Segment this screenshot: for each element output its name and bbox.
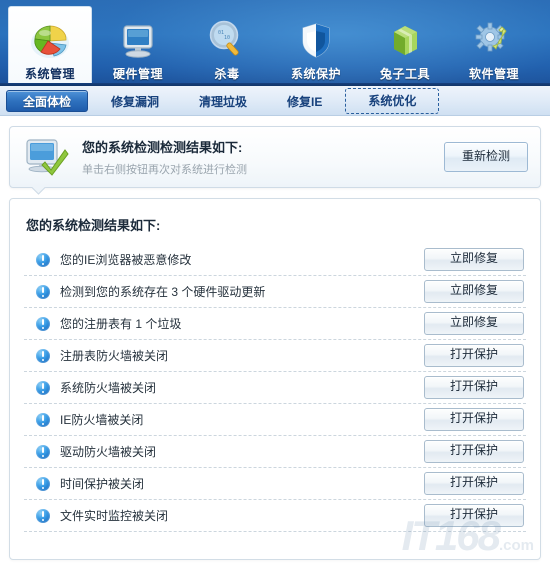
tab-system-optimization[interactable]: 系统优化 <box>345 87 440 114</box>
result-row[interactable]: 文件实时监控被关闭 打开保护 <box>24 500 526 532</box>
result-action-button[interactable]: 打开保护 <box>424 440 524 463</box>
results-panel: 您的系统检测结果如下: 您的IE浏览器被恶意修改 立即修复 检测到您的系统存在 … <box>9 198 541 560</box>
result-action-button[interactable]: 打开保护 <box>424 504 524 527</box>
info-exclamation-icon <box>36 412 50 427</box>
toolbar-item-hardware-management[interactable]: 硬件管理 <box>95 8 181 86</box>
result-text: 检测到您的系统存在 3 个硬件驱动更新 <box>60 285 266 299</box>
info-exclamation-icon <box>36 252 50 267</box>
application-window: 系统管理 硬件管理 01 10 杀毒 系统保护 兔子工具 软件管理 全面体检 修… <box>0 0 550 588</box>
pie-chart-icon <box>27 19 73 63</box>
result-action-button[interactable]: 立即修复 <box>424 312 524 335</box>
result-row[interactable]: 注册表防火墙被关闭 打开保护 <box>24 340 526 372</box>
watermark-suffix: .com <box>498 537 534 554</box>
scan-status-subtitle: 单击右侧按钮再次对系统进行检测 <box>82 164 247 176</box>
rescan-button[interactable]: 重新检测 <box>444 142 528 172</box>
toolbar-item-antivirus[interactable]: 01 10 杀毒 <box>184 8 270 86</box>
result-text: 系统防火墙被关闭 <box>60 381 157 395</box>
result-action-button[interactable]: 打开保护 <box>424 344 524 367</box>
result-row[interactable]: 您的注册表有 1 个垃圾 立即修复 <box>24 308 526 340</box>
result-text: 文件实时监控被关闭 <box>60 509 169 523</box>
result-text: 驱动防火墙被关闭 <box>60 445 157 459</box>
toolbar-item-label: 系统保护 <box>290 67 341 81</box>
tab-repair-ie[interactable]: 修复IE <box>270 90 339 112</box>
tab-fix-vulnerabilities[interactable]: 修复漏洞 <box>94 90 176 112</box>
result-row[interactable]: 系统防火墙被关闭 打开保护 <box>24 372 526 404</box>
info-exclamation-icon <box>36 348 50 363</box>
toolbar-item-system-management[interactable]: 系统管理 <box>8 6 92 86</box>
toolbar-item-label: 硬件管理 <box>112 67 163 81</box>
tab-bar: 全面体检 修复漏洞 清理垃圾 修复IE 系统优化 <box>0 86 550 116</box>
result-row[interactable]: 驱动防火墙被关闭 打开保护 <box>24 436 526 468</box>
info-exclamation-icon <box>36 444 50 459</box>
result-row[interactable]: 您的IE浏览器被恶意修改 立即修复 <box>24 244 526 276</box>
result-text: IE防火墙被关闭 <box>60 413 144 427</box>
main-toolbar: 系统管理 硬件管理 01 10 杀毒 系统保护 兔子工具 软件管理 <box>0 0 550 86</box>
gear-wrench-icon <box>471 19 517 63</box>
tab-clean-junk[interactable]: 清理垃圾 <box>182 90 264 112</box>
info-exclamation-icon <box>36 284 50 299</box>
result-action-button[interactable]: 打开保护 <box>424 408 524 431</box>
results-title: 您的系统检测结果如下: <box>26 218 161 233</box>
toolbar-item-system-protection[interactable]: 系统保护 <box>273 8 359 86</box>
result-row[interactable]: 时间保护被关闭 打开保护 <box>24 468 526 500</box>
toolbar-item-label: 系统管理 <box>24 67 75 81</box>
content-area: 您的系统检测检测结果如下: 单击右侧按钮再次对系统进行检测 重新检测 您的系统检… <box>0 116 550 560</box>
info-exclamation-icon <box>36 508 50 523</box>
toolbar-item-label: 软件管理 <box>468 67 519 81</box>
info-exclamation-icon <box>36 476 50 491</box>
result-action-button[interactable]: 打开保护 <box>424 376 524 399</box>
scan-status-panel: 您的系统检测检测结果如下: 单击右侧按钮再次对系统进行检测 重新检测 <box>9 126 541 188</box>
result-row[interactable]: 检测到您的系统存在 3 个硬件驱动更新 立即修复 <box>24 276 526 308</box>
toolbar-item-label: 杀毒 <box>214 67 240 81</box>
result-action-button[interactable]: 立即修复 <box>424 280 524 303</box>
scan-status-texts: 您的系统检测检测结果如下: 单击右侧按钮再次对系统进行检测 <box>82 137 444 177</box>
result-text: 您的IE浏览器被恶意修改 <box>60 253 192 267</box>
result-text: 注册表防火墙被关闭 <box>60 349 169 363</box>
svg-text:10: 10 <box>224 35 230 41</box>
result-action-button[interactable]: 打开保护 <box>424 472 524 495</box>
toolbar-item-software-management[interactable]: 软件管理 <box>451 8 537 86</box>
callout-notch <box>32 187 48 195</box>
toolbar-item-label: 兔子工具 <box>379 67 430 81</box>
shield-icon <box>293 19 339 63</box>
info-exclamation-icon <box>36 380 50 395</box>
result-row[interactable]: IE防火墙被关闭 打开保护 <box>24 404 526 436</box>
toolbar-item-rabbit-tools[interactable]: 兔子工具 <box>362 8 448 86</box>
result-action-button[interactable]: 立即修复 <box>424 248 524 271</box>
magnifier-icon: 01 10 <box>204 19 250 63</box>
monitor-check-icon <box>24 137 70 177</box>
result-text: 您的注册表有 1 个垃圾 <box>60 317 182 331</box>
monitor-icon <box>115 19 161 63</box>
scan-status-title: 您的系统检测检测结果如下: <box>82 140 243 155</box>
result-text: 时间保护被关闭 <box>60 477 145 491</box>
info-exclamation-icon <box>36 316 50 331</box>
green-box-icon <box>382 19 428 63</box>
tab-full-checkup[interactable]: 全面体检 <box>6 89 89 112</box>
